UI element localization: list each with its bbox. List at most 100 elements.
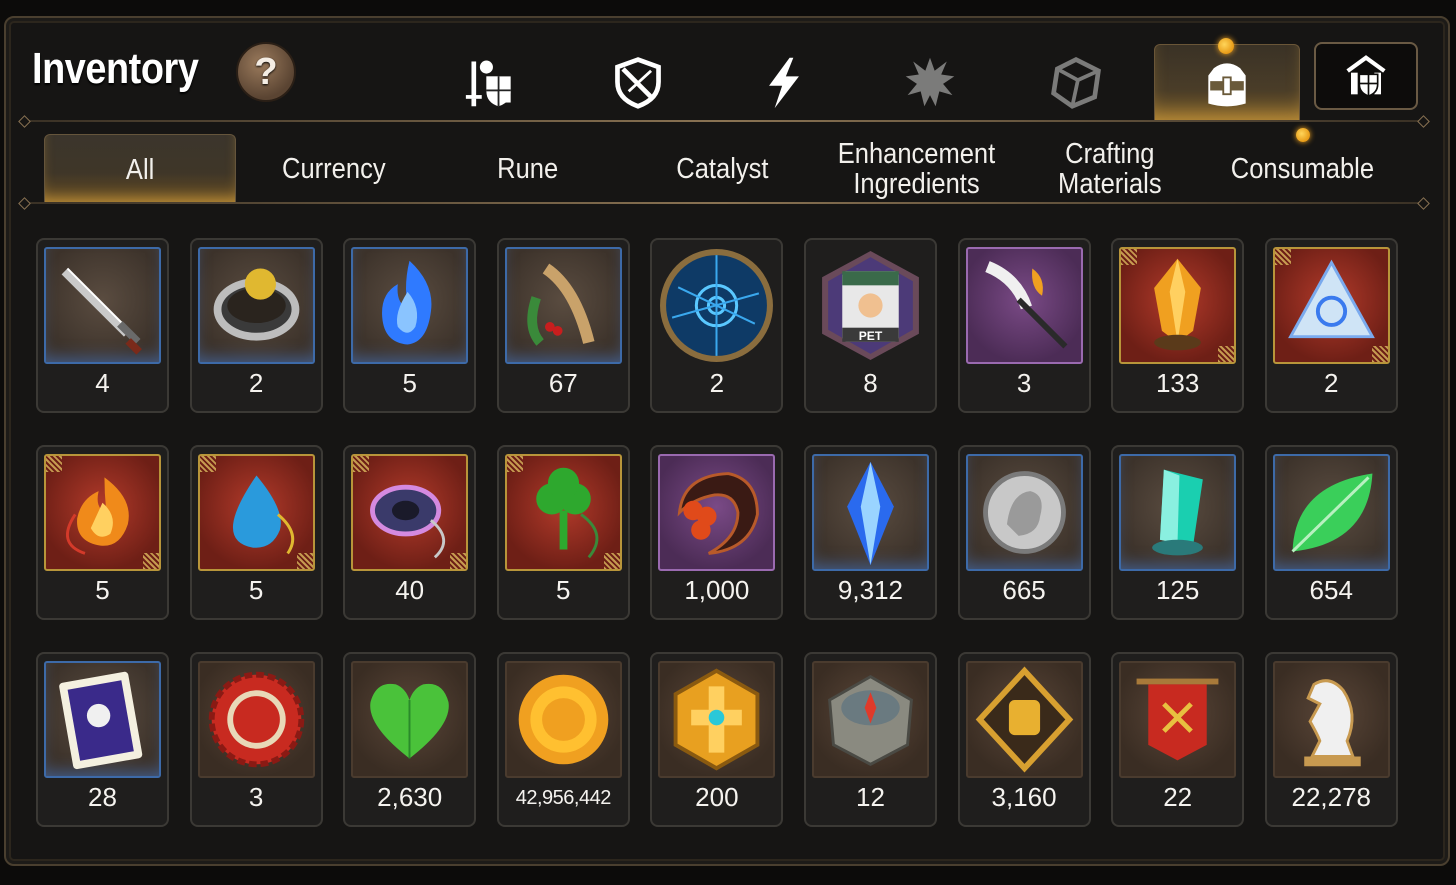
item-art — [197, 661, 315, 778]
item-count: 654 — [1309, 575, 1353, 605]
item-count: 3 — [248, 782, 264, 812]
blue-gem-icon — [847, 461, 894, 566]
item-count: 1,000 — [684, 575, 750, 605]
frame-corner — [353, 456, 370, 472]
item-slot[interactable]: 42,956,442 — [496, 652, 630, 827]
item-count: 2,630 — [377, 782, 443, 812]
item-slot[interactable]: 665 — [957, 445, 1091, 620]
item-art — [811, 454, 929, 571]
frame-corner — [1371, 346, 1388, 362]
item-count: 5 — [248, 575, 264, 605]
teal-crystal-icon — [1152, 469, 1203, 556]
guild-button[interactable] — [1314, 42, 1418, 110]
item-count: 22,278 — [1291, 782, 1372, 812]
guild-tower-icon — [1346, 55, 1386, 97]
item-slot[interactable]: 67 — [496, 238, 630, 413]
item-slot[interactable]: 2 — [1264, 238, 1398, 413]
tab-consumable[interactable]: Consumable — [1206, 134, 1398, 204]
item-slot[interactable]: PET 8 — [803, 238, 937, 413]
item-slot[interactable]: 1,000 — [650, 445, 784, 620]
tab-crafting-materials[interactable]: Crafting Materials — [1014, 134, 1206, 204]
category-divider — [26, 202, 1422, 204]
frame-corner — [199, 456, 216, 472]
item-slot[interactable]: 22 — [1111, 652, 1245, 827]
inventory-tab-notification-dot — [1218, 38, 1234, 54]
item-art — [965, 247, 1083, 364]
item-slot[interactable]: 654 — [1264, 445, 1398, 620]
item-art — [44, 247, 161, 364]
item-count: 3,160 — [991, 782, 1057, 812]
item-count: 40 — [395, 575, 425, 605]
tab-rune[interactable]: Rune — [432, 134, 624, 204]
flower-crescent-icon — [677, 472, 760, 555]
item-slot[interactable]: 200 — [650, 652, 784, 827]
item-slot[interactable]: 22,278 — [1264, 652, 1398, 827]
item-art: PET — [812, 247, 929, 364]
crossed-shield-icon — [615, 57, 661, 109]
item-count: 133 — [1155, 368, 1200, 398]
tab-inventory[interactable] — [1154, 44, 1300, 120]
frame-corner — [46, 456, 62, 472]
sword-icon — [61, 267, 142, 355]
frame-corner — [1121, 249, 1138, 265]
item-art — [197, 247, 315, 364]
item-art — [658, 454, 776, 571]
item-count: 3 — [1016, 368, 1032, 398]
item-count: 2 — [248, 368, 264, 398]
bottle-cap-icon — [208, 671, 304, 768]
tab-equipment[interactable] — [566, 44, 710, 120]
tab-catalyst[interactable]: Catalyst — [626, 134, 818, 204]
war-banner-icon — [1136, 678, 1219, 761]
item-slot[interactable]: 5 — [189, 445, 323, 620]
item-count: 9,312 — [837, 575, 903, 605]
knight-sword-shield-icon — [465, 60, 511, 107]
item-art — [197, 454, 315, 571]
tab-all[interactable]: All — [44, 134, 236, 204]
tab-enhancement-ingredients[interactable]: Enhancement Ingredients — [820, 134, 1012, 204]
lightning-bolt-icon — [769, 57, 799, 109]
frame-corner — [143, 553, 159, 569]
tab-lightning[interactable] — [712, 44, 856, 120]
tab-hero[interactable] — [420, 44, 564, 120]
fist-emblem-icon — [975, 666, 1073, 773]
item-slot[interactable]: 4 — [36, 238, 169, 413]
item-slot[interactable]: 5 — [496, 445, 630, 620]
item-slot[interactable]: 12 — [803, 652, 937, 827]
tab-cube[interactable] — [1004, 44, 1148, 120]
item-slot[interactable]: 9,312 — [803, 445, 937, 620]
item-art — [965, 661, 1083, 778]
tab-currency[interactable]: Currency — [238, 134, 430, 204]
item-count: 28 — [88, 782, 117, 812]
item-slot[interactable]: 28 — [36, 652, 169, 827]
item-art — [1119, 247, 1237, 364]
item-slot[interactable]: 125 — [1111, 445, 1245, 620]
leaf-icon — [1291, 473, 1373, 553]
feather-staff-icon — [984, 261, 1068, 349]
consumable-tab-notification-dot — [1296, 128, 1310, 142]
item-slot[interactable]: 5 — [36, 445, 169, 620]
item-slot[interactable]: 133 — [1111, 238, 1245, 413]
tab-burst[interactable] — [858, 44, 1002, 120]
item-slot[interactable]: 3 — [189, 652, 323, 827]
item-slot[interactable]: 2,630 — [343, 652, 477, 827]
item-slot[interactable]: 3 — [957, 238, 1091, 413]
item-count: 5 — [95, 575, 110, 605]
item-count: 5 — [402, 368, 417, 398]
item-slot[interactable]: 40 — [343, 445, 477, 620]
item-count: 67 — [548, 368, 578, 398]
item-count: 4 — [95, 368, 110, 398]
gold-coin-icon — [518, 674, 609, 765]
frame-corner — [450, 553, 467, 569]
pet-card-icon — [59, 671, 143, 770]
item-slot[interactable]: 2 — [189, 238, 323, 413]
item-count: 5 — [556, 575, 571, 605]
item-art — [1272, 247, 1390, 364]
help-button[interactable]: ? — [236, 42, 296, 102]
item-count: 2 — [709, 368, 725, 398]
tab-currency-label: Currency — [282, 153, 386, 185]
item-slot[interactable]: 5 — [343, 238, 477, 413]
item-slot[interactable]: 2 — [650, 238, 784, 413]
item-art — [504, 661, 622, 778]
item-slot[interactable]: 3,160 — [957, 652, 1091, 827]
item-art — [504, 247, 622, 364]
